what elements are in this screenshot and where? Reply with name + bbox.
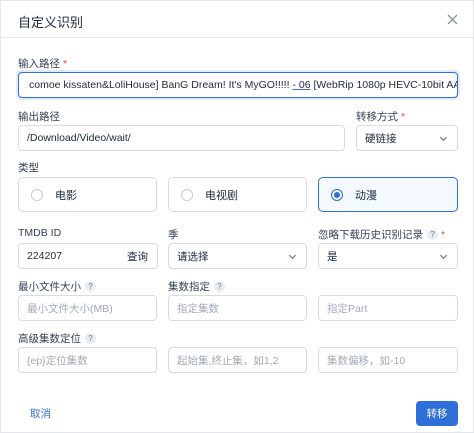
type-label: 类型 <box>18 162 39 174</box>
required-mark: * <box>401 110 406 123</box>
radio-checked <box>331 188 343 201</box>
min-size-label: 最小文件大小 ? <box>18 279 96 294</box>
transfer-mode-label: 转移方式 * <box>356 110 406 124</box>
close-icon[interactable] <box>443 10 461 28</box>
season-select[interactable]: 请选择 <box>168 243 307 269</box>
input-path-field[interactable]: comoe kissaten&LoliHouse] BanG Dream! It… <box>18 72 458 98</box>
required-mark: * <box>63 57 68 70</box>
chevron-down-icon <box>439 254 448 260</box>
episode-format-input[interactable]: {ep}定位集数 <box>18 347 157 373</box>
radio-unchecked <box>181 188 193 201</box>
part-input[interactable]: 指定Part <box>318 295 458 321</box>
type-option-movie[interactable]: 电影 <box>18 177 157 212</box>
cancel-button[interactable]: 取消 <box>30 406 51 421</box>
tmdb-query-button[interactable]: 查询 <box>118 243 158 269</box>
episode-specify-input[interactable]: 指定集数 <box>168 295 307 321</box>
custom-recognition-dialog: 自定义识别 输入路径 * comoe kissaten&LoliHouse] Ba… <box>0 0 474 433</box>
type-option-tv[interactable]: 电视剧 <box>168 177 307 212</box>
transfer-mode-select[interactable]: 硬链接 <box>356 125 458 151</box>
required-mark: * <box>441 228 446 241</box>
output-path-field[interactable]: /Download/Video/wait/ <box>18 125 345 151</box>
type-option-anime[interactable]: 动漫 <box>318 177 458 212</box>
chevron-down-icon <box>439 136 448 142</box>
input-path-label: 输入路径 * <box>18 57 68 71</box>
season-label: 季 <box>168 229 179 241</box>
episode-specify-label: 集数指定 ? <box>168 279 225 294</box>
tmdb-id-input[interactable]: 224207 <box>18 243 119 269</box>
chevron-down-icon <box>288 254 297 260</box>
ignore-history-select[interactable]: 是 <box>318 243 458 269</box>
tmdb-id-label: TMDB ID <box>18 227 62 239</box>
help-icon[interactable]: ? <box>85 333 96 344</box>
min-size-input[interactable]: 最小文件大小(MB) <box>18 295 157 321</box>
episode-range-input[interactable]: 起始集,终止集，如1,2 <box>168 347 307 373</box>
help-icon[interactable]: ? <box>214 281 225 292</box>
help-icon[interactable]: ? <box>85 281 96 292</box>
ignore-history-label: 忽略下载历史识别记录 ? * <box>318 228 446 242</box>
output-path-label: 输出路径 <box>18 111 60 123</box>
episode-offset-input[interactable]: 集数偏移，如-10 <box>318 347 458 373</box>
transfer-button[interactable]: 转移 <box>416 401 458 426</box>
dialog-title: 自定义识别 <box>18 15 84 30</box>
radio-unchecked <box>31 188 43 201</box>
help-icon[interactable]: ? <box>427 229 438 240</box>
input-path-value: comoe kissaten&LoliHouse] BanG Dream! It… <box>29 79 457 91</box>
advanced-episode-label: 高级集数定位 ? <box>18 331 96 346</box>
dialog-header: 自定义识别 <box>1 1 473 38</box>
